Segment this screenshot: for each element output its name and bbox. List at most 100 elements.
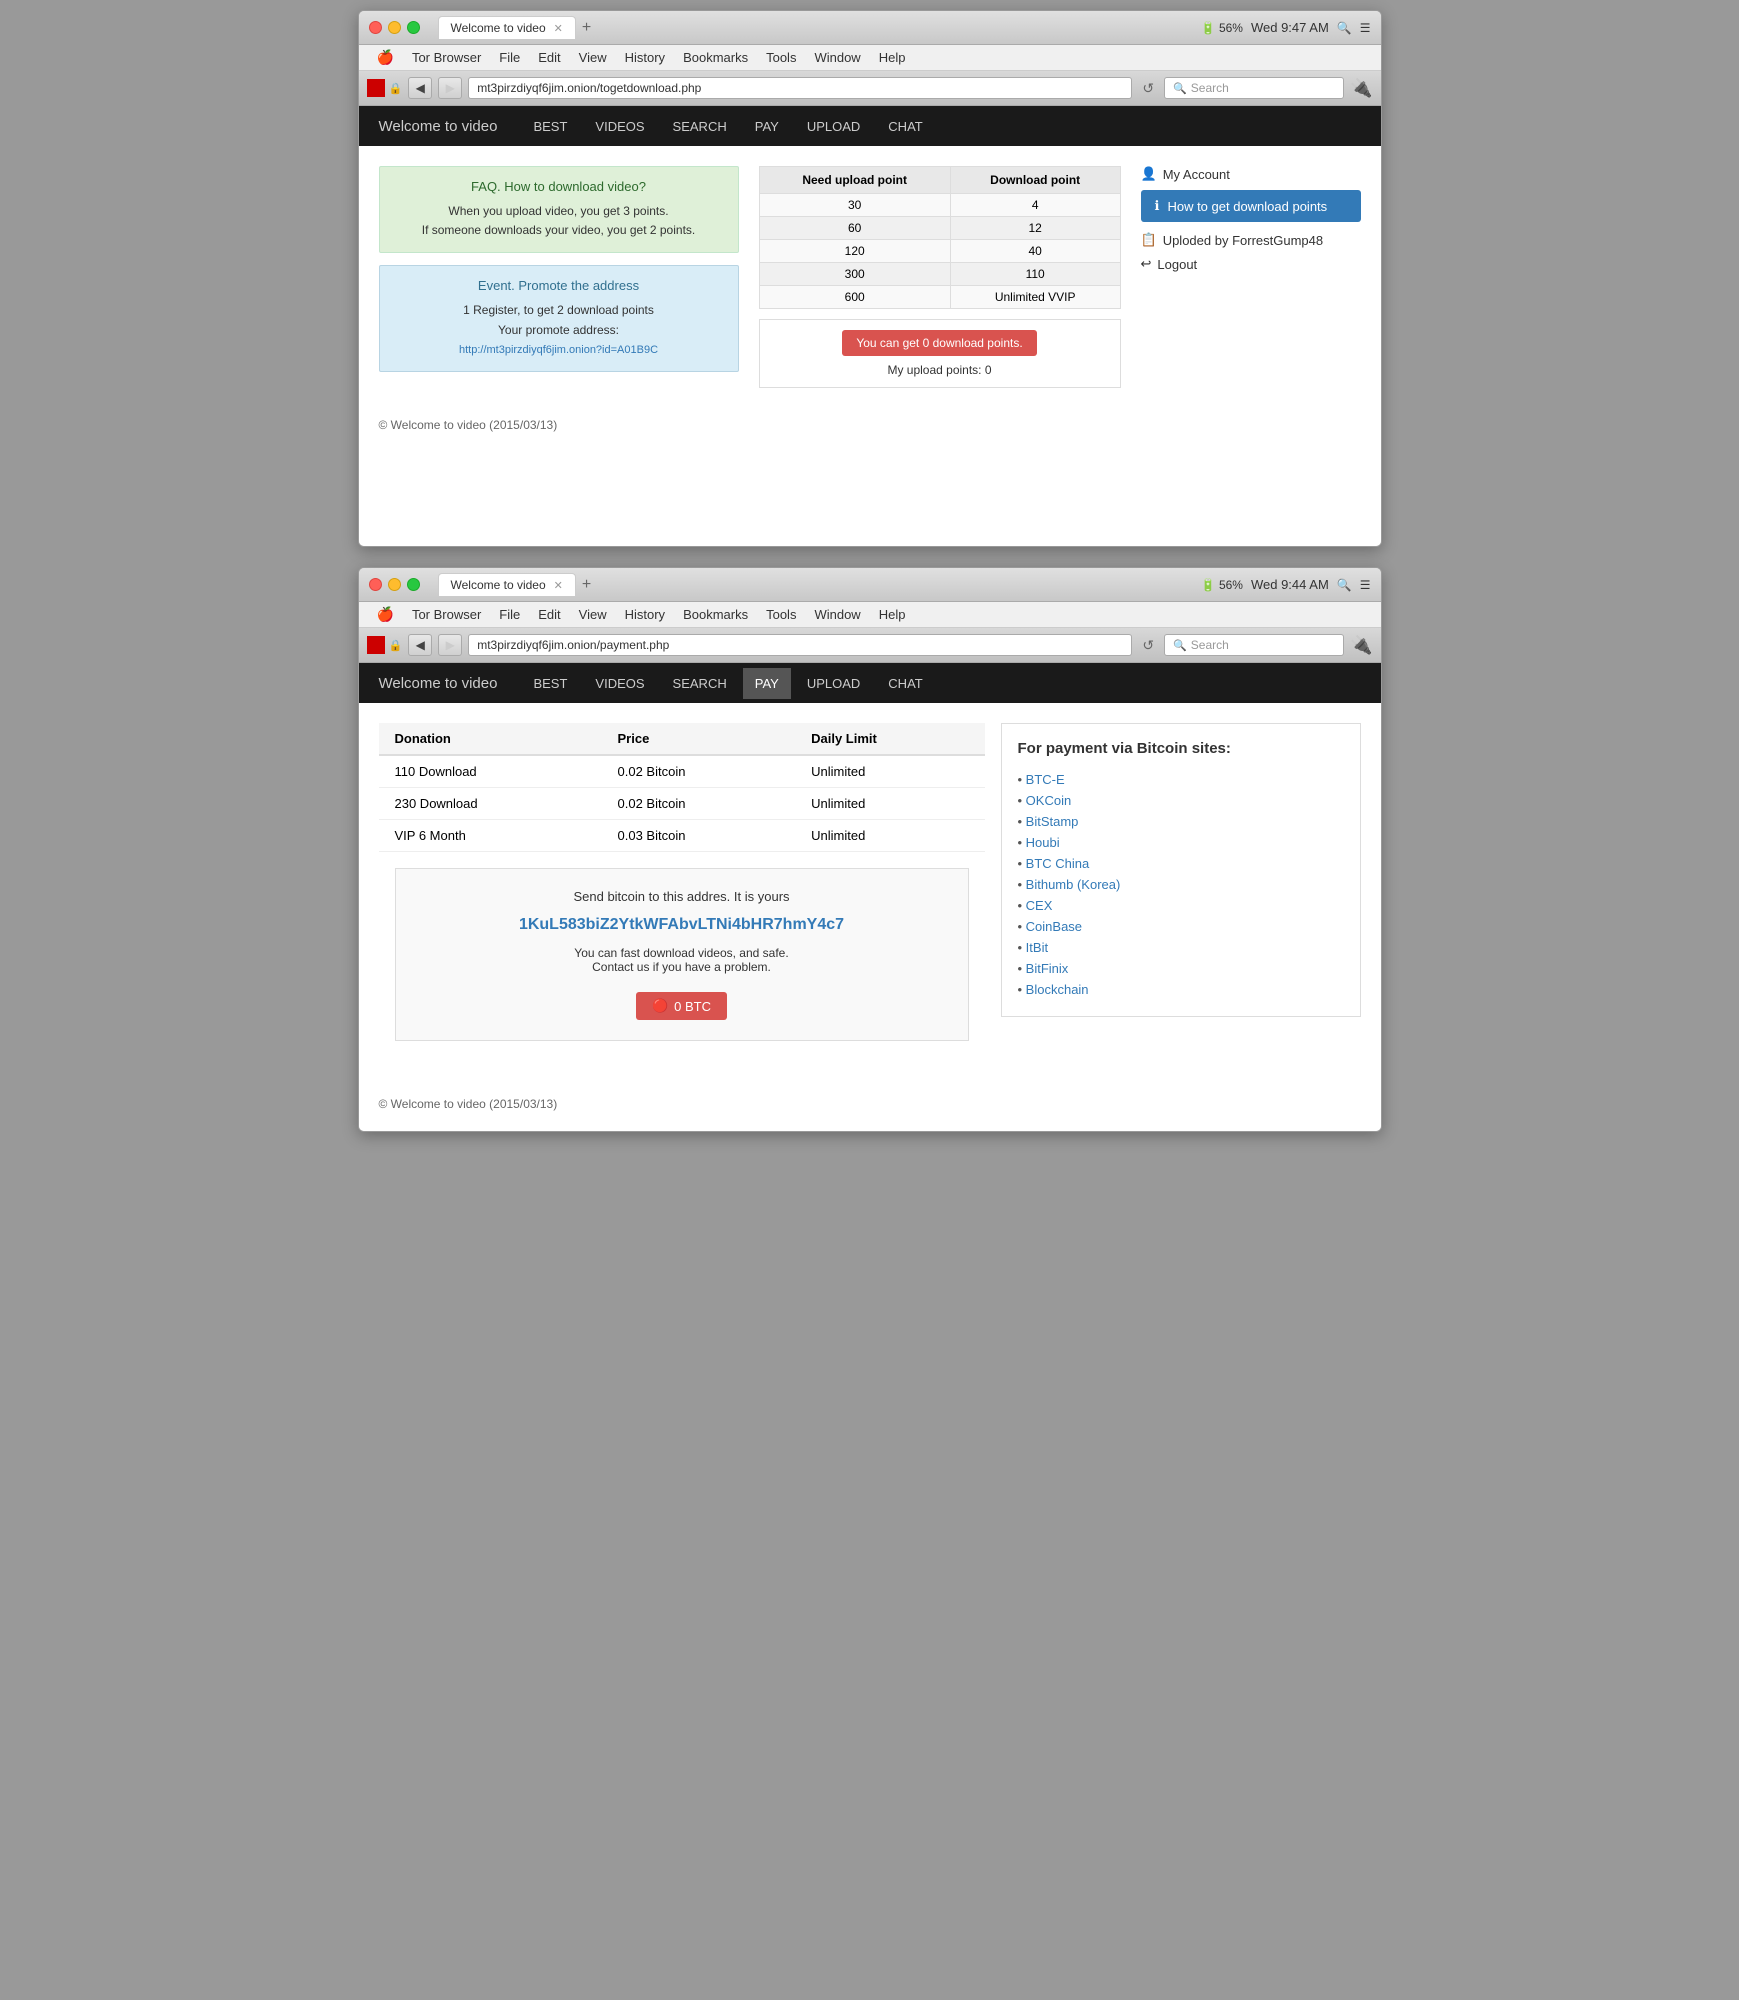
tab-close-icon-2[interactable]: ✕: [554, 579, 563, 592]
url-bar-2[interactable]: mt3pirzdiyqf6jim.onion/payment.php: [468, 634, 1132, 656]
limit-3: Unlimited: [795, 820, 984, 852]
menu2-tools[interactable]: Tools: [758, 605, 804, 624]
menu2-file[interactable]: File: [491, 605, 528, 624]
menu2-view[interactable]: View: [571, 605, 615, 624]
btcchina-link[interactable]: BTC China: [1026, 856, 1090, 871]
promote-url[interactable]: http://mt3pirzdiyqf6jim.onion?id=A01B9C: [459, 344, 658, 356]
menu-window[interactable]: Window: [806, 48, 868, 67]
houbi-link[interactable]: Houbi: [1026, 835, 1060, 850]
btc-line2: You can fast download videos, and safe.: [416, 946, 948, 960]
nav-upload[interactable]: UPLOAD: [795, 111, 872, 142]
btc-button[interactable]: 🔴 0 BTC: [636, 992, 727, 1020]
list-item: Bithumb (Korea): [1018, 874, 1344, 895]
minimize-button[interactable]: [388, 21, 401, 34]
list-icon: 📋: [1141, 232, 1157, 248]
how-to-label: How to get download points: [1167, 199, 1327, 214]
dl-110: 110: [950, 263, 1120, 286]
event-text: 1 Register, to get 2 download points You…: [392, 301, 726, 359]
nav-videos[interactable]: VIDEOS: [583, 111, 656, 142]
search-icon-2[interactable]: 🔍: [1337, 578, 1352, 592]
menu-icon-2[interactable]: ☰: [1360, 578, 1371, 592]
maximize-button-2[interactable]: [407, 578, 420, 591]
get-points-button[interactable]: You can get 0 download points.: [842, 330, 1036, 356]
menu-view[interactable]: View: [571, 48, 615, 67]
itbit-link[interactable]: ItBit: [1026, 940, 1048, 955]
url-bar[interactable]: mt3pirzdiyqf6jim.onion/togetdownload.php: [468, 77, 1132, 99]
btce-link[interactable]: BTC-E: [1026, 772, 1065, 787]
search-bar[interactable]: 🔍 Search: [1164, 77, 1344, 99]
dl-12: 12: [950, 217, 1120, 240]
logout-label: Logout: [1157, 257, 1197, 272]
menu2-window[interactable]: Window: [806, 605, 868, 624]
bitfinix-link[interactable]: BitFinix: [1026, 961, 1069, 976]
active-tab[interactable]: Welcome to video ✕: [438, 16, 576, 39]
coinbase-link[interactable]: CoinBase: [1026, 919, 1082, 934]
need-60: 60: [759, 217, 950, 240]
menu-icon[interactable]: ☰: [1360, 21, 1371, 35]
menu-help[interactable]: Help: [871, 48, 914, 67]
window-1: Welcome to video ✕ + 🔋 56% Wed 9:47 AM 🔍…: [358, 10, 1382, 547]
security-icon-2: [367, 636, 385, 654]
donation-3: VIP 6 Month: [379, 820, 602, 852]
nav2-search[interactable]: SEARCH: [661, 668, 739, 699]
menu-file[interactable]: File: [491, 48, 528, 67]
uploaded-by-link[interactable]: 📋 Uploded by ForrestGump48: [1141, 232, 1361, 248]
menu-tor-browser[interactable]: Tor Browser: [404, 48, 489, 67]
nav-pay[interactable]: PAY: [743, 111, 791, 142]
nav2-videos[interactable]: VIDEOS: [583, 668, 656, 699]
dl-vvip: Unlimited VVIP: [950, 286, 1120, 309]
cex-link[interactable]: CEX: [1026, 898, 1053, 913]
info-icon: ℹ: [1155, 198, 1160, 214]
menu2-history[interactable]: History: [617, 605, 673, 624]
apple-logo[interactable]: 🍎: [369, 47, 402, 68]
menu2-help[interactable]: Help: [871, 605, 914, 624]
nav2-pay[interactable]: PAY: [743, 668, 791, 699]
menu2-tor[interactable]: Tor Browser: [404, 605, 489, 624]
menu-history[interactable]: History: [617, 48, 673, 67]
nav-best[interactable]: BEST: [521, 111, 579, 142]
menu-edit[interactable]: Edit: [530, 48, 568, 67]
close-button-2[interactable]: [369, 578, 382, 591]
my-account-link[interactable]: 👤 My Account: [1141, 166, 1361, 182]
battery-icon: 🔋 56%: [1201, 21, 1243, 35]
menu-bookmarks[interactable]: Bookmarks: [675, 48, 756, 67]
okcoin-link[interactable]: OKCoin: [1026, 793, 1072, 808]
price-3: 0.03 Bitcoin: [602, 820, 796, 852]
bithumb-link[interactable]: Bithumb (Korea): [1026, 877, 1121, 892]
bitstamp-link[interactable]: BitStamp: [1026, 814, 1079, 829]
btc-address[interactable]: 1KuL583biZ2YtkWFAbvLTNi4bHR7hmY4c7: [416, 916, 948, 934]
forward-button[interactable]: ▶: [438, 77, 462, 99]
menu2-edit[interactable]: Edit: [530, 605, 568, 624]
privacy-icon-2: 🔒: [389, 639, 403, 652]
active-tab-2[interactable]: Welcome to video ✕: [438, 573, 576, 596]
nav-search[interactable]: SEARCH: [661, 111, 739, 142]
minimize-button-2[interactable]: [388, 578, 401, 591]
tab-close-icon[interactable]: ✕: [554, 22, 563, 35]
reload-button[interactable]: ↺: [1138, 80, 1158, 97]
back-button-2[interactable]: ◀: [408, 634, 432, 656]
nav2-chat[interactable]: CHAT: [876, 668, 934, 699]
menu-tools[interactable]: Tools: [758, 48, 804, 67]
maximize-button[interactable]: [407, 21, 420, 34]
new-tab-button-2[interactable]: +: [576, 576, 597, 594]
blockchain-link[interactable]: Blockchain: [1026, 982, 1089, 997]
faq-line1: When you upload video, you get 3 points.: [448, 204, 668, 218]
reload-button-2[interactable]: ↺: [1138, 637, 1158, 654]
nav2-upload[interactable]: UPLOAD: [795, 668, 872, 699]
apple-logo-2[interactable]: 🍎: [369, 604, 402, 625]
donation-2: 230 Download: [379, 788, 602, 820]
close-button[interactable]: [369, 21, 382, 34]
logout-link[interactable]: ↩ Logout: [1141, 256, 1361, 272]
nav-chat[interactable]: CHAT: [876, 111, 934, 142]
forward-button-2[interactable]: ▶: [438, 634, 462, 656]
new-tab-button[interactable]: +: [576, 19, 597, 37]
search-bar-2[interactable]: 🔍 Search: [1164, 634, 1344, 656]
payment-table: Donation Price Daily Limit 110 Download …: [379, 723, 985, 852]
back-button[interactable]: ◀: [408, 77, 432, 99]
table-row: 300 110: [759, 263, 1120, 286]
search-icon[interactable]: 🔍: [1337, 21, 1352, 35]
nav2-best[interactable]: BEST: [521, 668, 579, 699]
event-line2: Your promote address:: [498, 323, 619, 337]
menu2-bookmarks[interactable]: Bookmarks: [675, 605, 756, 624]
how-to-button[interactable]: ℹ How to get download points: [1141, 190, 1361, 222]
